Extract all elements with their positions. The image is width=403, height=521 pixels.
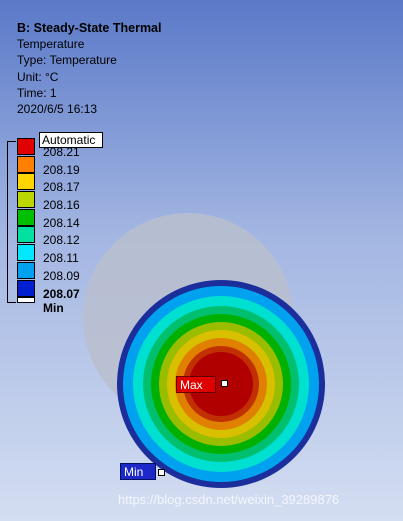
legend-value: 208.11 [43,251,79,266]
legend-value: 208.12 [43,233,80,248]
result-date: 2020/6/5 16:13 [17,102,98,117]
legend-value: 208.19 [43,162,80,177]
legend-value: 208.07 Min [43,286,80,315]
legend-swatch [17,208,35,226]
legend-swatch [17,244,35,262]
max-probe-label[interactable]: Max [176,376,216,393]
max-probe-point [221,380,228,387]
legend-value: 208.16 [43,198,80,213]
result-unit: Unit: °C [17,69,59,84]
result-info-block: B: Steady-State Thermal Temperature Type… [17,20,161,117]
legend-bracket [7,141,16,303]
legend-swatch [17,191,35,209]
result-time: Time: 1 [17,85,57,100]
analysis-title: B: Steady-State Thermal [17,21,162,35]
legend-swatch-bottom [17,297,35,304]
legend-swatch [17,173,35,191]
legend-swatch [17,261,35,279]
legend-mode-field[interactable]: Automatic [39,132,103,148]
legend-swatch [17,279,35,297]
legend-value: 208.09 [43,268,80,283]
result-type: Type: Temperature [17,53,117,68]
watermark-text: https://blog.csdn.net/weixin_39289876 [118,492,340,507]
min-probe-label[interactable]: Min [120,463,156,480]
legend-swatch [17,138,35,155]
legend-value: 208.14 [43,215,80,230]
legend-swatch [17,155,35,173]
result-name: Temperature [17,37,85,52]
legend-swatch [17,226,35,244]
legend-value: 208.17 [43,180,80,195]
min-probe-point [158,469,165,476]
